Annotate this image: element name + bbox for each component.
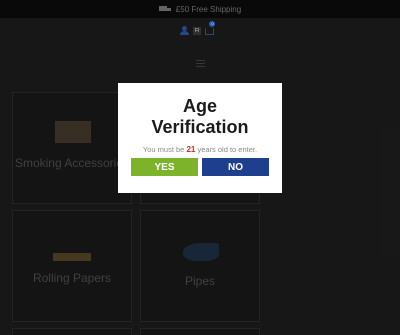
yes-button[interactable]: YES [131,158,198,176]
age-verification-modal: Age Verification You must be 21 years ol… [118,83,282,193]
age-message-prefix: You must be [142,145,185,154]
modal-title-line1: Age [182,96,217,116]
age-message-suffix: years old to enter. [197,145,258,154]
required-age: 21 [186,145,196,154]
modal-buttons: YES NO [118,158,282,176]
modal-title-line2: Verification [151,117,249,137]
age-requirement-text: You must be 21 years old to enter. [118,145,282,154]
no-button[interactable]: NO [202,158,269,176]
